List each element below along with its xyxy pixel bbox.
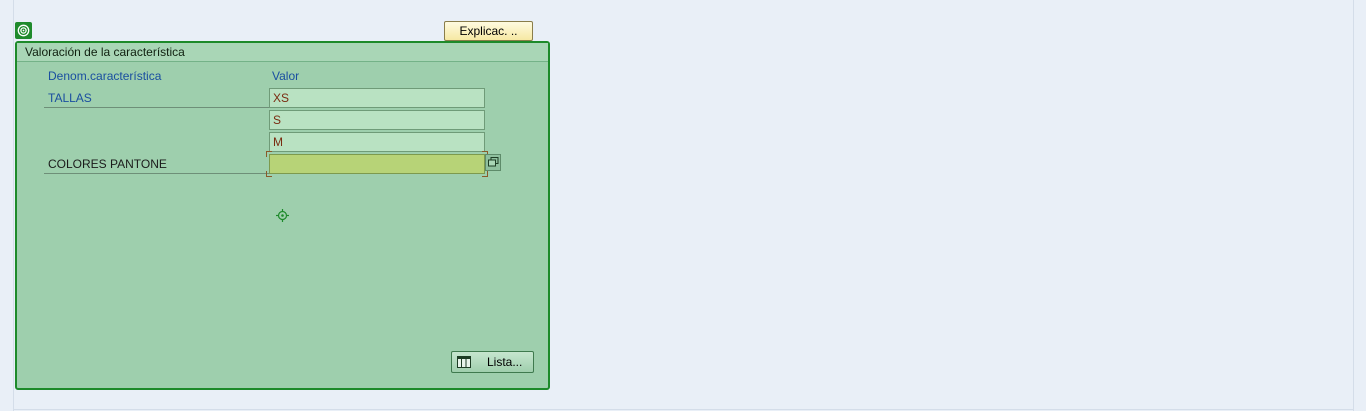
explain-button[interactable]: Explicac. ..	[444, 21, 533, 41]
list-button-label: Lista...	[487, 355, 523, 369]
focus-corner	[266, 151, 272, 157]
multiple-values-button[interactable]	[485, 154, 501, 171]
column-header-name: Denom.característica	[48, 69, 162, 83]
column-header-value: Valor	[272, 69, 300, 83]
row-divider	[44, 173, 269, 174]
focus-corner	[266, 171, 272, 177]
copy-windows-icon	[487, 156, 499, 170]
crosshair-icon	[276, 209, 289, 222]
list-button[interactable]: Lista...	[451, 351, 534, 373]
characteristic-name-tallas[interactable]: TALLAS	[48, 91, 92, 105]
value-field-tallas-2[interactable]: S	[269, 110, 485, 130]
table-grid-icon	[457, 356, 471, 368]
value-field-tallas-1[interactable]: XS	[269, 88, 485, 108]
window-bottom-border	[13, 409, 1354, 410]
window-right-border	[1353, 0, 1354, 411]
characteristic-name-colores[interactable]: COLORES PANTONE	[48, 157, 167, 171]
row-divider	[44, 107, 269, 108]
value-field-tallas-3[interactable]: M	[269, 132, 485, 152]
value-field-colores[interactable]	[269, 154, 485, 174]
window-left-border	[13, 0, 14, 411]
panel-title: Valoración de la característica	[17, 43, 548, 62]
target-ring-icon[interactable]	[15, 22, 32, 39]
focus-corner	[482, 171, 488, 177]
